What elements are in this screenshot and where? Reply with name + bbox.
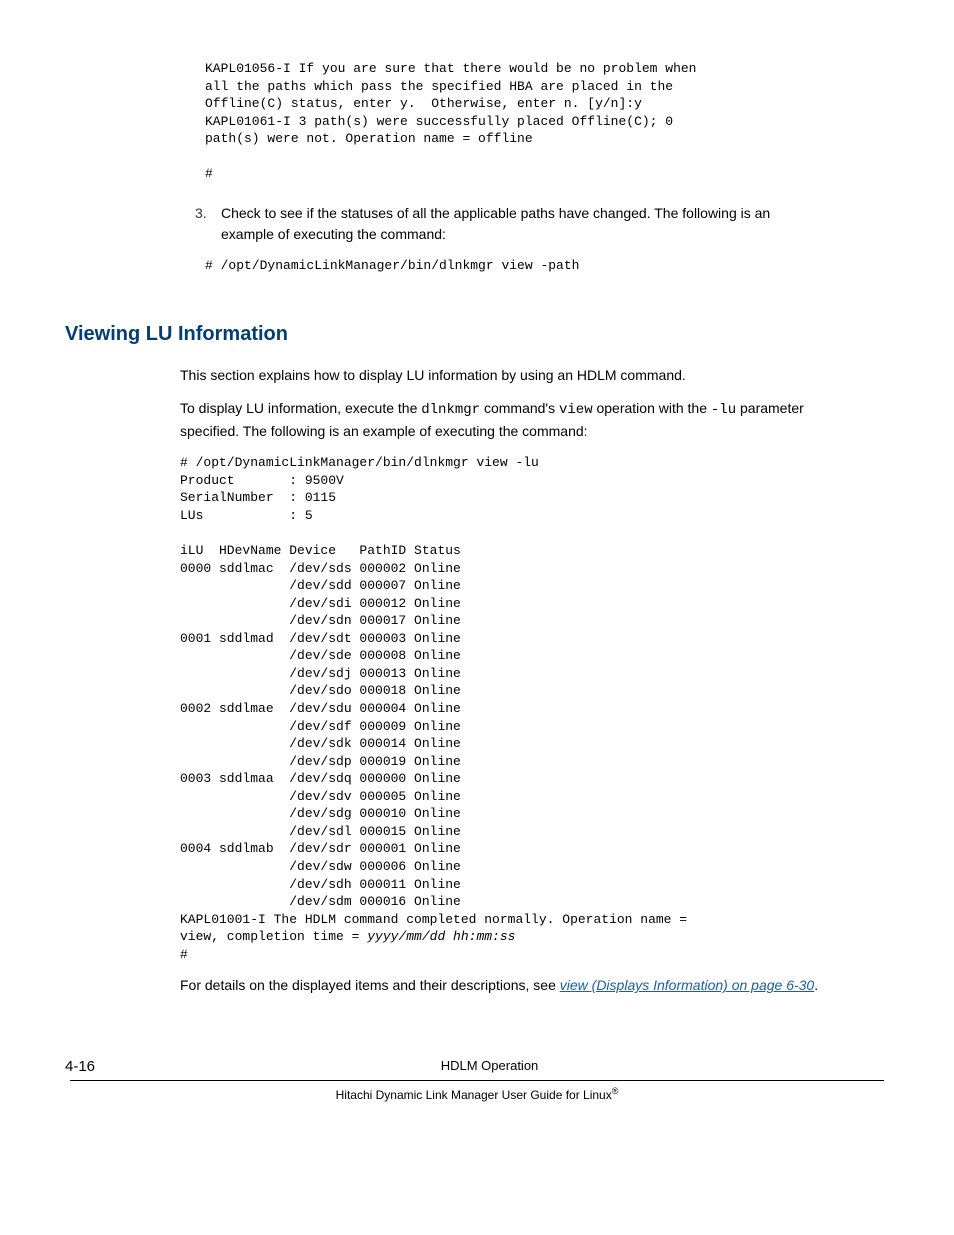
registered-symbol: ®	[612, 1086, 619, 1096]
text-fragment: operation with the	[593, 400, 711, 416]
cmd-lu: -lu	[711, 402, 736, 418]
step-number: 3.	[195, 203, 213, 245]
code-output-offline: KAPL01056-I If you are sure that there w…	[205, 60, 824, 183]
link-view-displays[interactable]: view (Displays Information) on page 6-30	[560, 977, 814, 993]
footer-subtitle: Hitachi Dynamic Link Manager User Guide …	[70, 1085, 884, 1104]
text-fragment: To display LU information, execute the	[180, 400, 421, 416]
text-fragment: For details on the displayed items and t…	[180, 977, 560, 993]
text-fragment: Hitachi Dynamic Link Manager User Guide …	[336, 1088, 612, 1102]
step-text: Check to see if the statuses of all the …	[221, 203, 824, 245]
text-fragment: command's	[480, 400, 559, 416]
intro-paragraph: This section explains how to display LU …	[180, 365, 824, 386]
cmd-view: view	[559, 402, 593, 418]
instruction-paragraph: To display LU information, execute the d…	[180, 398, 824, 442]
page-number: 4-16	[65, 1056, 95, 1079]
text-fragment: .	[814, 977, 818, 993]
step-3: 3. Check to see if the statuses of all t…	[195, 203, 824, 245]
code-output-lu: # /opt/DynamicLinkManager/bin/dlnkmgr vi…	[180, 454, 824, 963]
details-paragraph: For details on the displayed items and t…	[180, 975, 824, 996]
footer-divider	[70, 1080, 884, 1081]
code-view-path: # /opt/DynamicLinkManager/bin/dlnkmgr vi…	[205, 257, 824, 275]
cmd-dlnkmgr: dlnkmgr	[421, 402, 480, 418]
heading-viewing-lu: Viewing LU Information	[65, 319, 884, 349]
footer-title: HDLM Operation	[441, 1056, 539, 1076]
page-footer: 4-16 HDLM Operation Hitachi Dynamic Link…	[70, 1056, 884, 1104]
